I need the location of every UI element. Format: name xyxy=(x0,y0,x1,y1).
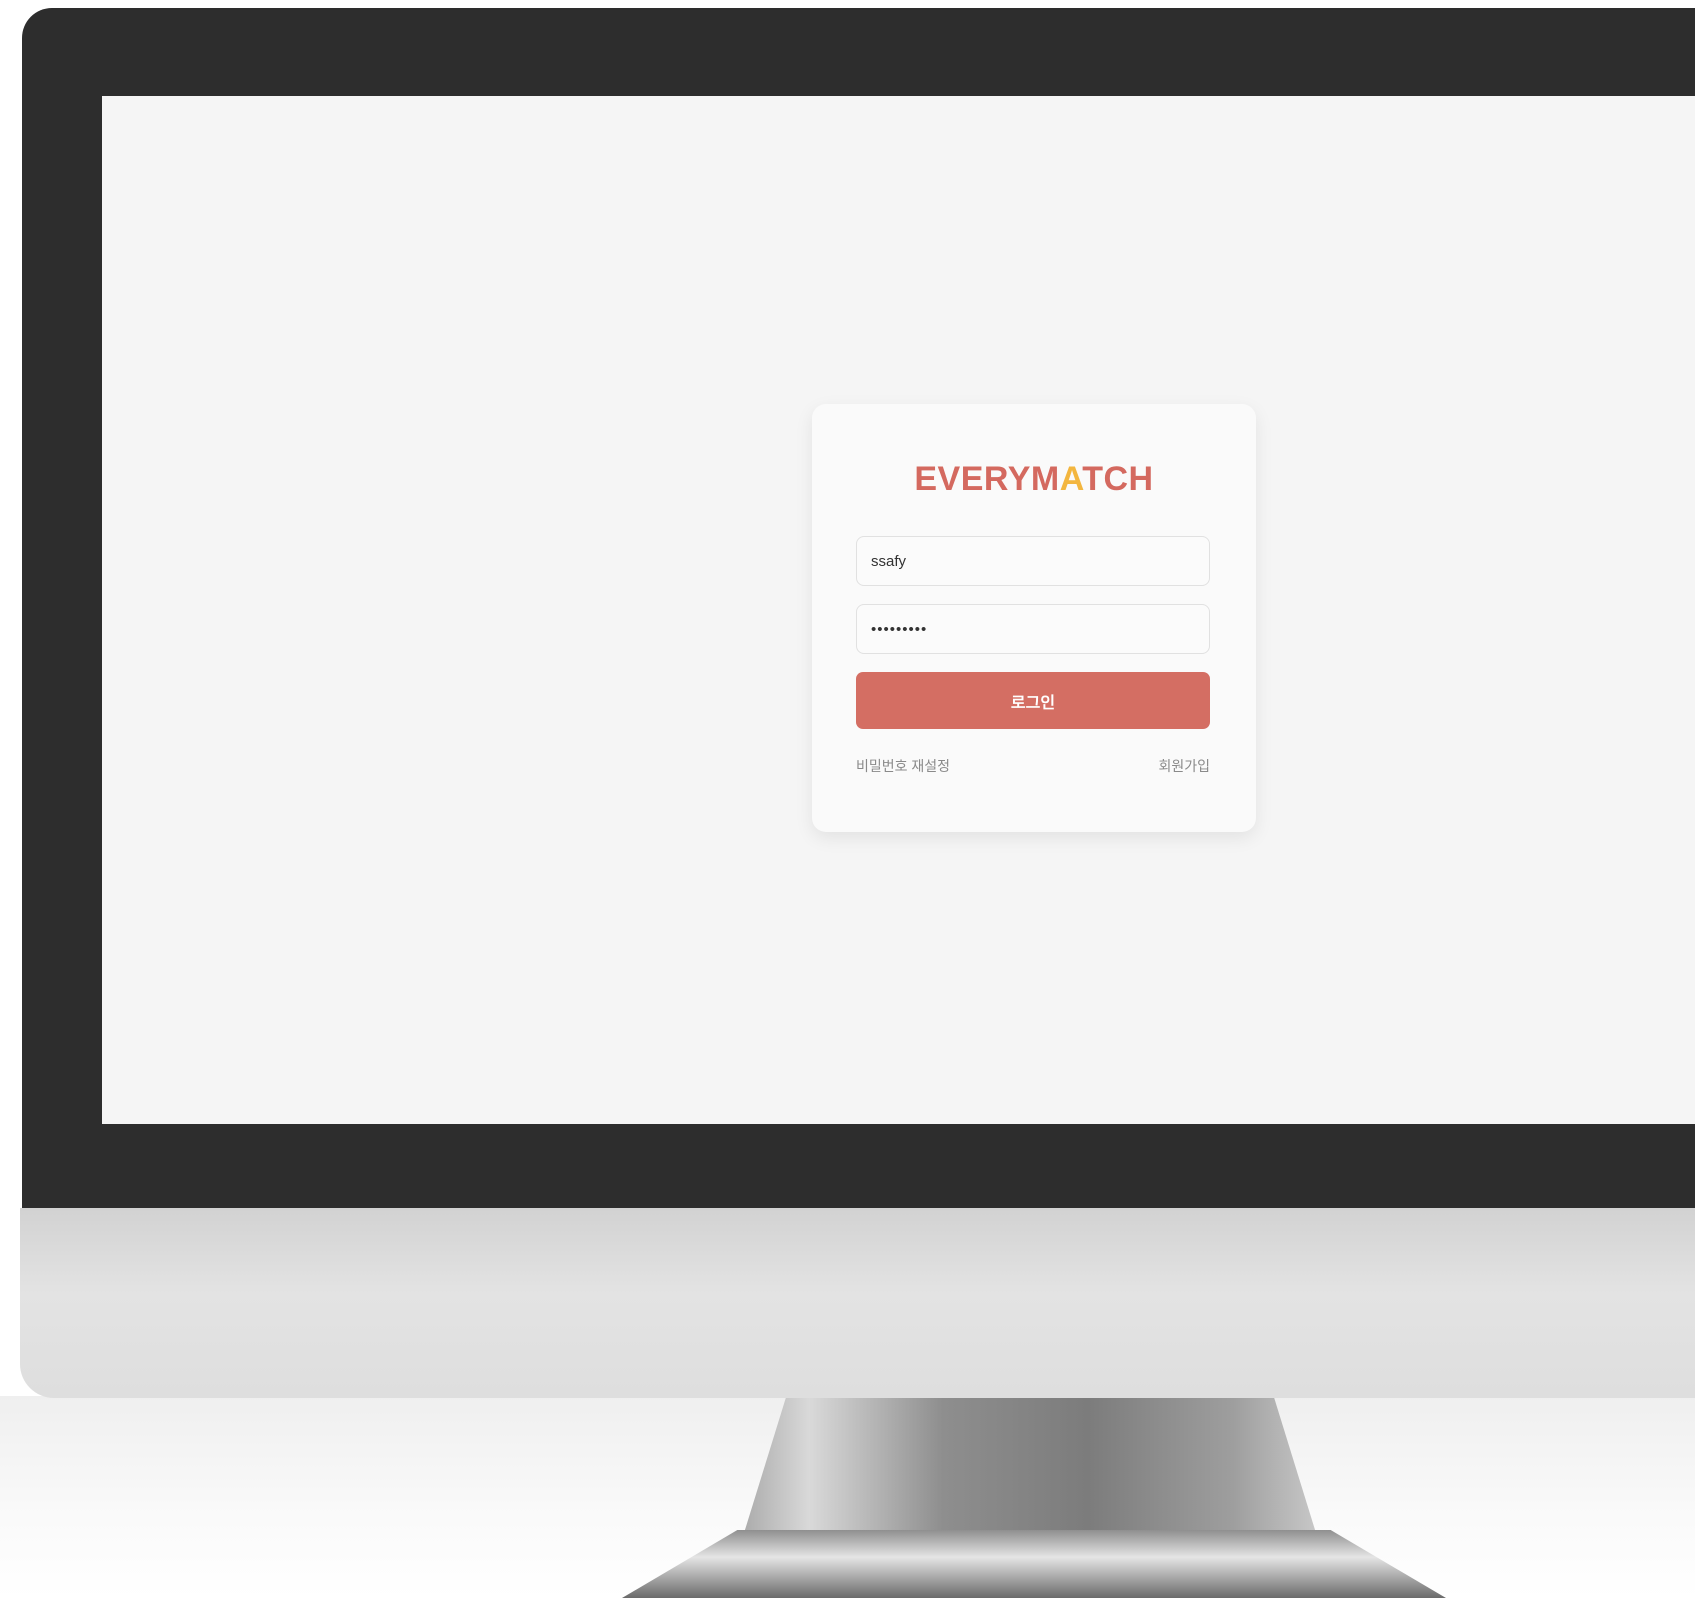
username-value: ssafy xyxy=(871,552,907,570)
login-button-label: 로그인 xyxy=(1010,694,1056,712)
login-button[interactable]: 로그인 xyxy=(856,672,1210,729)
logo-text-part2: TCH xyxy=(1082,460,1154,498)
monitor: EVERYMATCH ssafy ••••••••• 로그인 비밀번호 재설정 … xyxy=(20,8,1695,1398)
password-input[interactable]: ••••••••• xyxy=(856,604,1210,654)
monitor-chin xyxy=(20,1208,1695,1398)
reset-password-link[interactable]: 비밀번호 재설정 xyxy=(856,756,950,776)
signup-link[interactable]: 회원가입 xyxy=(1158,756,1210,776)
username-input[interactable]: ssafy xyxy=(856,536,1210,586)
monitor-stand-neck xyxy=(740,1396,1320,1546)
logo-text-part1: EVERYM xyxy=(914,460,1060,498)
mockup-stage: EVERYMATCH ssafy ••••••••• 로그인 비밀번호 재설정 … xyxy=(0,0,1695,1598)
everymatch-logo: EVERYMATCH xyxy=(812,460,1256,499)
monitor-stand-base xyxy=(622,1530,1446,1598)
monitor-screen: EVERYMATCH ssafy ••••••••• 로그인 비밀번호 재설정 … xyxy=(102,96,1695,1124)
password-value: ••••••••• xyxy=(871,620,928,638)
login-card: EVERYMATCH ssafy ••••••••• 로그인 비밀번호 재설정 … xyxy=(812,404,1256,832)
logo-text-accent: A xyxy=(1059,460,1083,498)
